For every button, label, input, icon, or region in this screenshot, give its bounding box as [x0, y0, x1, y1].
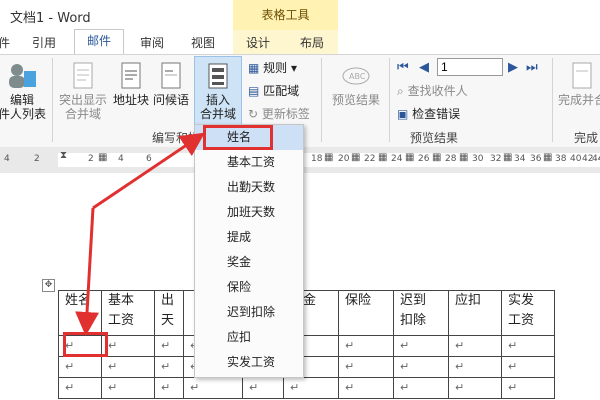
annotation-arrow-to-cell: [75, 207, 100, 336]
annotation-arrow-to-menu: [92, 132, 205, 210]
annotation-arrows: [75, 132, 205, 336]
